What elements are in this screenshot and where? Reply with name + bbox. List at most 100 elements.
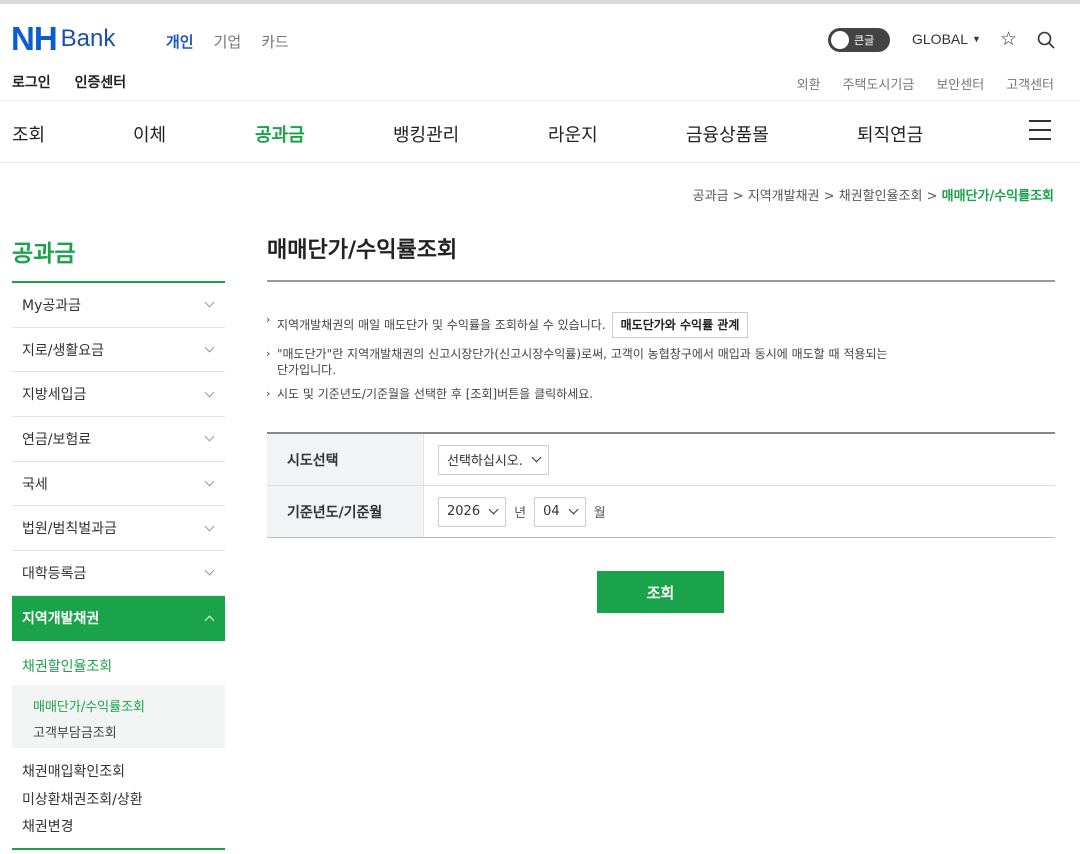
search-form: 시도선택 선택하십시오. 기준년도/기준월 2026 년 04 월	[267, 432, 1055, 538]
nav-inquiry[interactable]: 조회	[12, 121, 45, 147]
year-unit: 년	[514, 506, 527, 521]
sidebar-item-label: 연금/보험료	[22, 431, 92, 448]
sidebar-sub-trade-price[interactable]: 매매단가/수익률조회	[33, 696, 145, 715]
util-link-security[interactable]: 보안센터	[936, 74, 984, 93]
sidebar-item-label: 지역개발채권	[22, 611, 100, 628]
nav-transfer[interactable]: 이체	[133, 121, 166, 147]
sidebar-item-local-tax[interactable]: 지방세입금	[12, 372, 225, 418]
global-dropdown[interactable]: GLOBAL ▼	[912, 31, 981, 47]
sidebar-subbox: 매매단가/수익률조회 고객부담금조회	[12, 685, 225, 748]
nav-lounge[interactable]: 라운지	[548, 121, 598, 147]
nav-utilities[interactable]: 공과금	[255, 121, 305, 147]
year-select[interactable]: 2026	[438, 496, 507, 527]
chevron-down-icon	[204, 431, 215, 442]
sidebar-item-label: 법원/범칙벌과금	[22, 521, 117, 538]
sidebar-sub-bond-change[interactable]: 채권변경	[22, 816, 74, 836]
period-cell: 2026 년 04 월	[424, 486, 1055, 537]
note-text: 단가입니다.	[277, 363, 337, 377]
chevron-down-icon	[204, 387, 215, 398]
sidebar-sub-unredeemed[interactable]: 미상환채권조회/상환	[22, 789, 143, 809]
month-select[interactable]: 04	[534, 496, 586, 527]
sidebar-title: 공과금	[12, 241, 76, 267]
note-text: "매도단가"란 지역개발채권의 신고시장단가(신고시장수익률)로써, 고객이 농…	[277, 347, 888, 361]
sidebar-item-giro[interactable]: 지로/생활요금	[12, 328, 225, 373]
title-divider	[267, 280, 1055, 282]
price-yield-relation-button[interactable]: 매도단가와 수익률 관계	[611, 312, 749, 338]
sidebar-item-tuition[interactable]: 대학등록금	[12, 551, 225, 596]
arrow-right-icon: ›	[266, 313, 271, 326]
util-right: 외환 주택도시기금 보안센터 고객센터	[797, 74, 1054, 93]
sidebar-sub-customer-charge[interactable]: 고객부담금조회	[33, 722, 117, 741]
month-unit: 월	[593, 506, 606, 521]
login-link[interactable]: 로그인	[12, 72, 51, 92]
region-cell: 선택하십시오.	[424, 434, 1055, 485]
guide-notes: › 지역개발채권의 매일 매도단가 및 수익률을 조회하실 수 있습니다. 매도…	[266, 312, 1026, 410]
nav-banking-mgmt[interactable]: 뱅킹관리	[393, 121, 459, 147]
nh-bank-logo[interactable]: NH Bank	[11, 20, 116, 57]
search-button[interactable]: 조회	[597, 571, 724, 613]
breadcrumb: 공과금 > 지역개발채권 > 채권할인율조회 > 매매단가/수익률조회	[693, 185, 1054, 204]
chevron-down-icon	[568, 504, 579, 515]
note-3: › 시도 및 기준년도/기준월을 선택한 후 [조회]버튼을 클릭하세요.	[266, 386, 1026, 402]
breadcrumb-item[interactable]: 지역개발채권	[748, 189, 820, 204]
breadcrumb-item[interactable]: 채권할인율조회	[839, 189, 923, 204]
toggle-knob	[831, 31, 849, 49]
region-select-value: 선택하십시오.	[447, 454, 523, 469]
chevron-down-icon	[204, 476, 215, 487]
nav-product-mall[interactable]: 금융상품몰	[686, 121, 769, 147]
form-row-period: 기준년도/기준월 2026 년 04 월	[267, 486, 1055, 538]
util-link-customer[interactable]: 고객센터	[1006, 74, 1054, 93]
search-icon[interactable]	[1036, 30, 1056, 50]
arrow-right-icon: ›	[266, 387, 271, 400]
segment-card[interactable]: 카드	[261, 31, 289, 52]
logo-nh-text: NH	[11, 20, 58, 57]
util-link-fx[interactable]: 외환	[797, 74, 821, 93]
chevron-down-icon	[204, 297, 215, 308]
chevron-down-icon	[531, 452, 542, 463]
page-title: 매매단가/수익률조회	[267, 238, 458, 263]
sidebar-item-label: 국세	[22, 476, 48, 493]
chevron-down-icon	[488, 504, 499, 515]
sidebar-item-regional-bonds[interactable]: 지역개발채권	[12, 595, 225, 641]
sidebar-item-label: 지방세입금	[22, 387, 87, 404]
chevron-down-icon	[204, 521, 215, 532]
main-navigation: 조회 이체 공과금 뱅킹관리 라운지 금융상품몰 퇴직연금	[0, 100, 1080, 163]
breadcrumb-separator: >	[823, 189, 835, 204]
util-left: 로그인 인증센터	[12, 72, 126, 92]
breadcrumb-separator: >	[732, 189, 744, 204]
large-text-toggle[interactable]: 큰글	[828, 28, 890, 52]
sidebar-item-label: My공과금	[22, 297, 82, 314]
breadcrumb-separator: >	[926, 189, 938, 204]
sidebar-item-my-utilities[interactable]: My공과금	[12, 283, 225, 328]
caret-down-icon: ▼	[972, 34, 981, 44]
top-border	[0, 0, 1080, 4]
chevron-down-icon	[204, 342, 215, 353]
star-icon[interactable]: ☆	[1000, 29, 1017, 49]
segment-corporate[interactable]: 기업	[214, 31, 242, 52]
form-row-region: 시도선택 선택하십시오.	[267, 434, 1055, 486]
breadcrumb-current: 매매단가/수익률조회	[941, 189, 1054, 204]
global-label: GLOBAL	[912, 31, 969, 47]
sidebar-menu: My공과금 지로/생활요금 지방세입금 연금/보험료 국세 법원/범칙벌과금 대…	[12, 283, 225, 641]
breadcrumb-item[interactable]: 공과금	[693, 189, 729, 204]
chevron-down-icon	[204, 566, 215, 576]
note-text: 지역개발채권의 매일 매도단가 및 수익률을 조회하실 수 있습니다.	[277, 318, 606, 332]
util-link-housing-fund[interactable]: 주택도시기금	[843, 74, 915, 93]
period-label: 기준년도/기준월	[267, 486, 424, 537]
region-select[interactable]: 선택하십시오.	[438, 444, 549, 475]
sidebar-item-pension[interactable]: 연금/보험료	[12, 417, 225, 462]
region-label: 시도선택	[267, 434, 424, 485]
note-text: 시도 및 기준년도/기준월을 선택한 후 [조회]버튼을 클릭하세요.	[277, 387, 594, 401]
sidebar-sub-purchase-confirm[interactable]: 채권매입확인조회	[22, 761, 125, 781]
sidebar-bottom-divider	[12, 848, 225, 850]
hamburger-menu-icon[interactable]	[1029, 120, 1051, 140]
nav-retirement-pension[interactable]: 퇴직연금	[857, 121, 923, 147]
logo-bank-text: Bank	[60, 25, 116, 52]
sidebar-item-label: 대학등록금	[22, 565, 87, 582]
cert-center-link[interactable]: 인증센터	[75, 72, 127, 92]
sidebar-item-national-tax[interactable]: 국세	[12, 462, 225, 507]
segment-personal[interactable]: 개인	[166, 31, 194, 52]
sidebar-item-court-fines[interactable]: 법원/범칙벌과금	[12, 506, 225, 552]
sidebar-sub-discount-rate[interactable]: 채권할인율조회	[22, 656, 112, 676]
sidebar-item-label: 지로/생활요금	[22, 342, 104, 359]
